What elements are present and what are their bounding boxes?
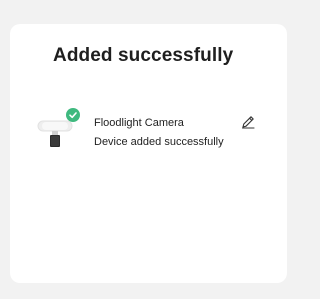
- check-icon: [66, 108, 80, 122]
- success-card: Added successfully Floodlight Camera Dev…: [10, 24, 287, 283]
- screen: Added successfully Floodlight Camera Dev…: [0, 0, 298, 299]
- edit-name-button[interactable]: [240, 114, 256, 130]
- device-list-item: Floodlight Camera Device added successfu…: [36, 108, 266, 160]
- device-name: Floodlight Camera: [94, 117, 184, 129]
- device-status: Device added successfully: [94, 136, 224, 148]
- pencil-icon: [241, 116, 255, 129]
- page-title: Added successfully: [53, 45, 234, 66]
